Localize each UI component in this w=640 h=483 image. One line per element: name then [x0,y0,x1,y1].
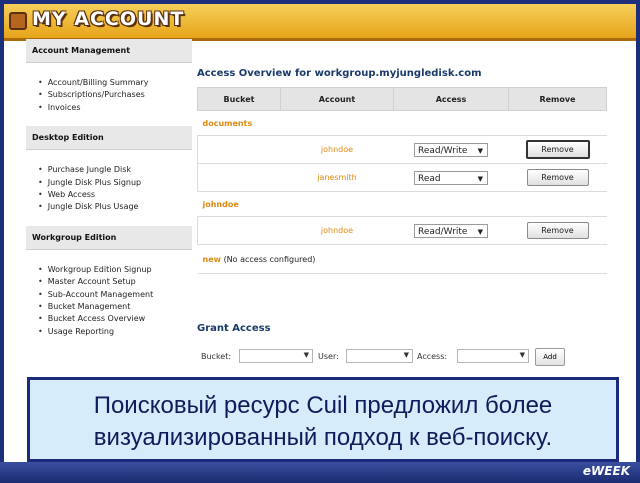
remove-button[interactable]: Remove [526,169,589,186]
remove-cell: Remove [508,135,607,164]
sidebar-item-workgroup-edition-signup[interactable]: Workgroup Edition Signup [38,264,192,276]
table-row: johndoe Read/Write ▼ Remove [197,135,607,164]
access-select[interactable]: Read/Write ▼ [414,142,488,157]
main-title: Access Overview for workgroup.myjungledi… [197,68,482,79]
sidebar-item-usage-reporting[interactable]: Usage Reporting [38,326,192,338]
sidebar-item-bucket-management[interactable]: Bucket Management [38,301,192,313]
access-table: Bucket Account Access Remove documents j… [197,87,607,274]
chevron-down-icon: ▼ [403,351,409,359]
chevron-down-icon: ▼ [303,351,309,359]
access-select[interactable]: Read ▼ [414,170,488,185]
access-value: Read [418,173,441,184]
remove-cell: Remove [508,216,607,245]
grant-access-form: Bucket: ▼ User: ▼ Access: ▼ Add [201,348,621,366]
table-row: johndoe Read/Write ▼ Remove [197,216,607,245]
new-bucket-link[interactable]: new [203,255,222,264]
bucket-group-row: johndoe [197,191,607,217]
caption-line-1: Поисковый ресурс Cuil предложил более [93,392,553,419]
user-label: User: [318,352,339,361]
sidebar-item-web-access[interactable]: Web Access [38,189,192,201]
page-header: MY ACCOUNT [4,4,636,41]
eweek-logo: eWEEK [582,464,630,478]
account-name[interactable]: johndoe [280,135,394,164]
remove-button[interactable]: Remove [526,222,589,239]
access-value: Read/Write [418,226,468,237]
sidebar-list-desktop-edition: Purchase Jungle Disk Jungle Disk Plus Si… [26,164,192,214]
sidebar-item-invoices[interactable]: Invoices [38,102,192,114]
sidebar-item-purchase-jungle-disk[interactable]: Purchase Jungle Disk [38,164,192,176]
table-row: janesmith Read ▼ Remove [197,163,607,192]
sidebar-list-account-management: Account/Billing Summary Subscriptions/Pu… [26,77,192,114]
bucket-cell [197,216,281,245]
bucket-cell [197,135,281,164]
sidebar-item-jungle-disk-plus-signup[interactable]: Jungle Disk Plus Signup [38,177,192,189]
bucket-select[interactable]: ▼ [239,349,313,363]
chevron-down-icon: ▼ [477,146,483,155]
bucket-group-row: documents [197,110,607,136]
account-name[interactable]: janesmith [280,163,394,192]
sidebar-item-bucket-access-overview[interactable]: Bucket Access Overview [38,313,192,325]
chevron-down-icon: ▼ [477,174,483,183]
access-cell: Read/Write ▼ [393,216,509,245]
sidebar-item-account-billing-summary[interactable]: Account/Billing Summary [38,77,192,89]
sidebar-heading-workgroup-edition: Workgroup Edition [26,225,192,250]
caption-line-2: визуализированный подход к веб-поиску. [93,424,553,451]
screenshot-area: MY ACCOUNT Account Management Account/Bi… [4,4,636,476]
account-icon [9,12,27,30]
remove-cell: Remove [508,163,607,192]
column-header-account: Account [280,87,394,111]
column-header-access: Access [393,87,509,111]
bucket-cell [197,163,281,192]
sidebar-heading-account-management: Account Management [26,39,192,63]
bottom-strip [0,462,640,483]
bucket-label: Bucket: [201,352,232,361]
bucket-name-documents[interactable]: documents [197,110,607,136]
sidebar-item-jungle-disk-plus-usage[interactable]: Jungle Disk Plus Usage [38,201,192,213]
caption-box: Поисковый ресурс Cuil предложил более ви… [27,377,619,462]
sidebar-item-master-account-setup[interactable]: Master Account Setup [38,276,192,288]
sidebar-item-subscriptions-purchases[interactable]: Subscriptions/Purchases [38,89,192,101]
account-name[interactable]: johndoe [280,216,394,245]
column-header-bucket: Bucket [197,87,281,111]
no-access-note: (No access configured) [223,254,316,264]
new-bucket-cell: new (No access configured) [197,244,607,274]
access-select[interactable]: Read/Write ▼ [414,223,488,238]
main-panel: Access Overview for workgroup.myjungledi… [197,68,607,274]
remove-button[interactable]: Remove [525,140,590,159]
page-title: MY ACCOUNT [32,8,185,30]
access-cell: Read ▼ [393,163,509,192]
sidebar: Account Management Account/Billing Summa… [26,39,192,350]
chevron-down-icon: ▼ [477,227,483,236]
access-label: Access: [417,352,448,361]
access-value: Read/Write [418,145,468,156]
sidebar-heading-desktop-edition: Desktop Edition [26,126,192,151]
access-level-select[interactable]: ▼ [457,349,529,363]
bucket-name-johndoe[interactable]: johndoe [197,191,607,217]
user-select[interactable]: ▼ [346,349,413,363]
sidebar-item-sub-account-management[interactable]: Sub-Account Management [38,289,192,301]
access-cell: Read/Write ▼ [393,135,509,164]
add-button[interactable]: Add [535,348,565,366]
grant-access-title: Grant Access [197,323,271,334]
column-header-remove: Remove [508,87,607,111]
new-bucket-row: new (No access configured) [197,244,607,274]
table-header-row: Bucket Account Access Remove [197,87,607,111]
sidebar-list-workgroup-edition: Workgroup Edition Signup Master Account … [26,264,192,338]
chevron-down-icon: ▼ [519,351,525,359]
